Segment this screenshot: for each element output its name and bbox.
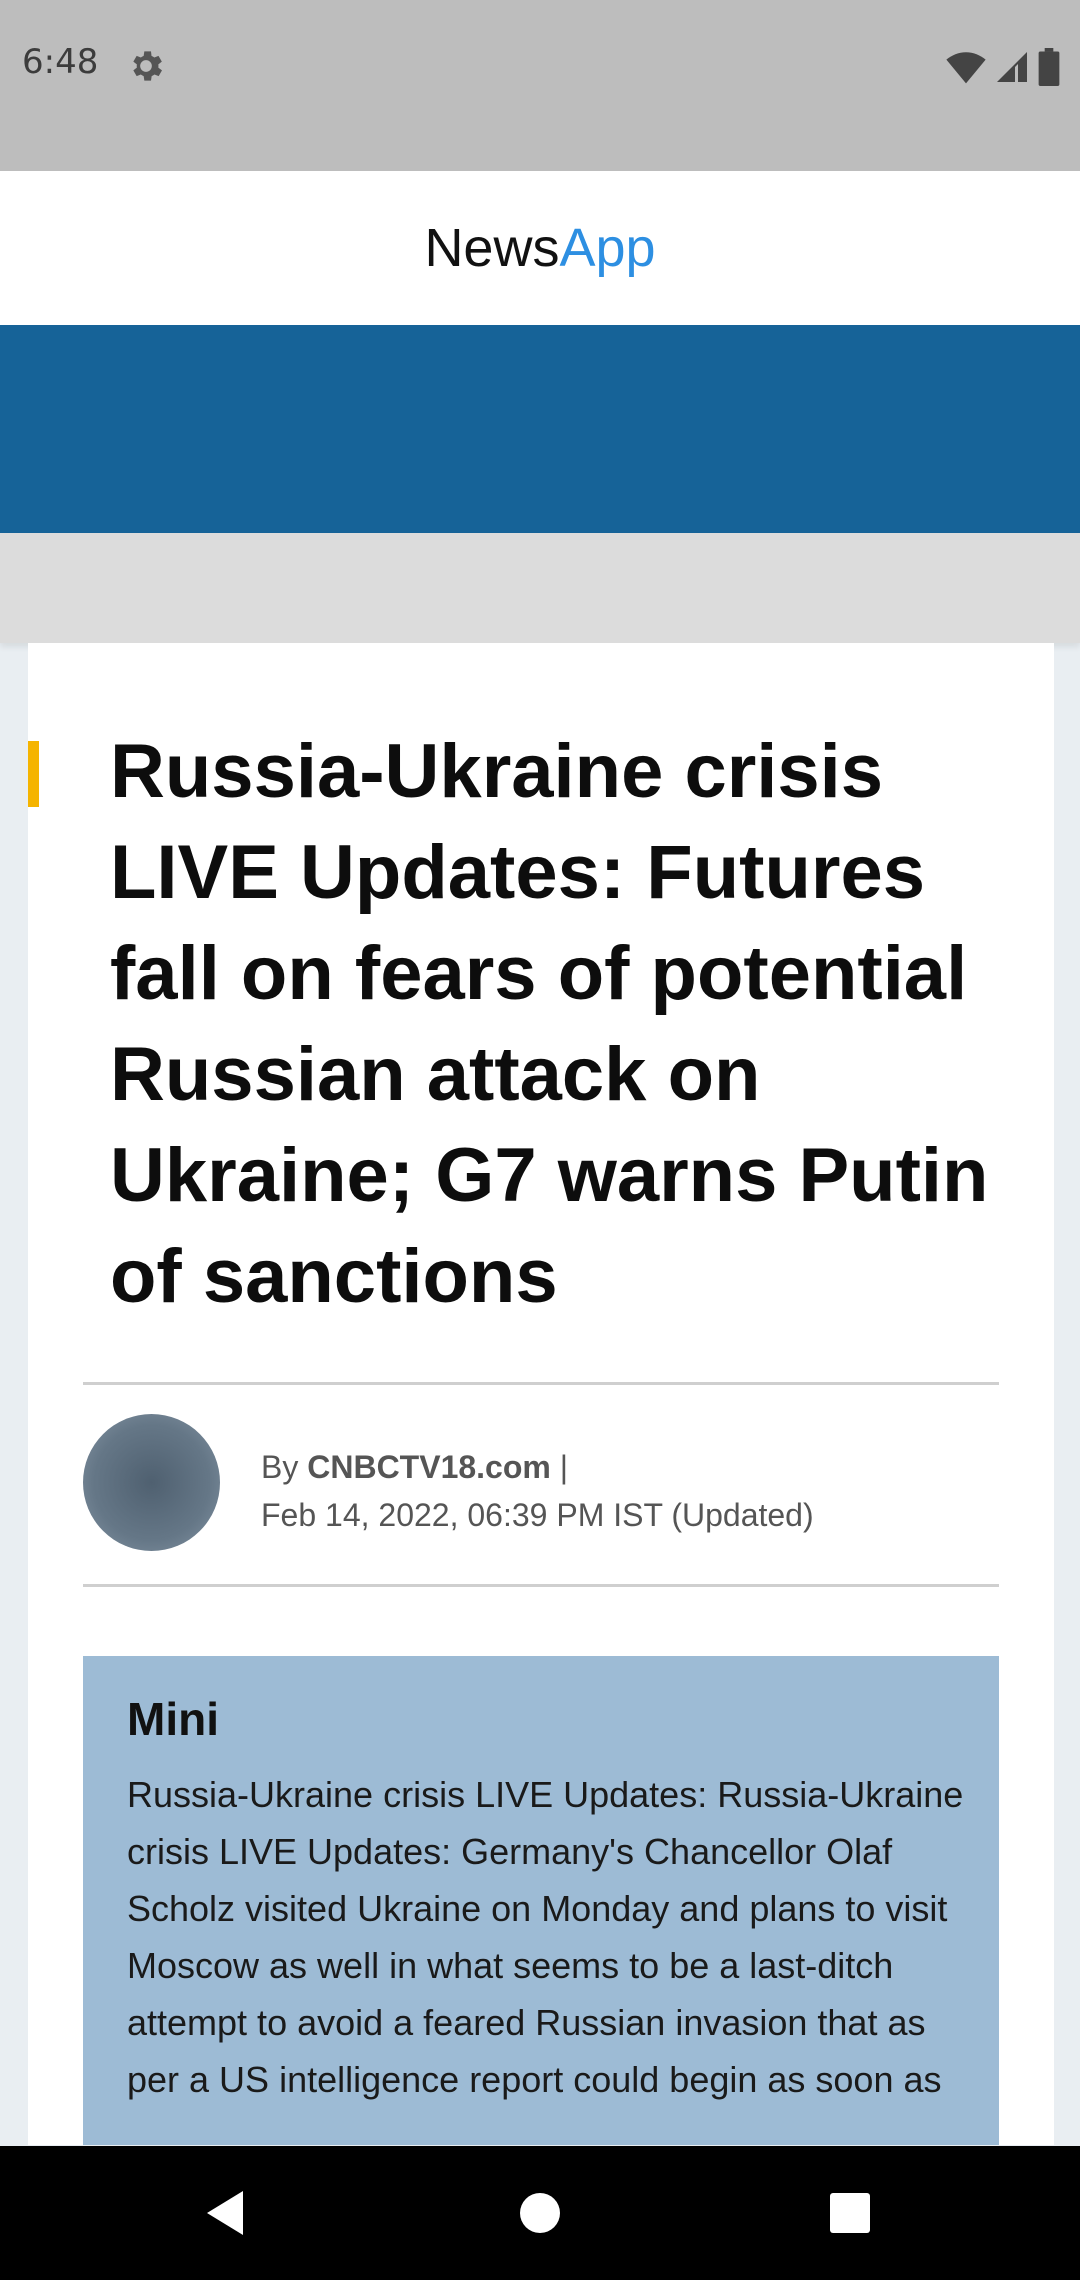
recents-button[interactable] <box>790 2146 910 2280</box>
back-button[interactable] <box>165 2146 285 2280</box>
divider-top <box>83 1382 999 1385</box>
mini-summary-text: Russia-Ukraine crisis LIVE Updates: Russ… <box>127 1774 964 2100</box>
article-title: Russia-Ukraine crisis LIVE Updates: Futu… <box>110 729 989 1319</box>
mini-heading: Mini <box>127 1693 219 1745</box>
signal-icon <box>997 52 1027 82</box>
gear-icon <box>133 51 162 81</box>
author-avatar <box>83 1414 220 1551</box>
mini-summary-box: Mini Russia-Ukraine crisis LIVE Updates:… <box>83 1656 999 2145</box>
byline-separator: | <box>550 1449 569 1485</box>
byline-author-line: By CNBCTV18.com | <box>261 1443 814 1491</box>
byline-prefix: By <box>261 1449 308 1485</box>
back-icon <box>207 2191 243 2235</box>
navigation-bar <box>0 2146 1080 2280</box>
header-banner <box>0 325 1080 533</box>
home-icon <box>520 2193 560 2233</box>
category-strip <box>0 533 1080 643</box>
wifi-icon <box>946 52 986 84</box>
byline: By CNBCTV18.com | Feb 14, 2022, 06:39 PM… <box>261 1443 814 1539</box>
publish-date: Feb 14, 2022, 06:39 PM IST (Updated) <box>261 1497 814 1533</box>
screen: 6:48 NewsApp Russia-Ukraine crisis LIVE <box>0 0 1080 2280</box>
status-bar: 6:48 <box>0 0 1080 171</box>
battery-icon <box>1038 48 1060 86</box>
home-button[interactable] <box>480 2146 600 2280</box>
app-header: News App <box>0 171 1080 325</box>
brand-name-news: News <box>424 218 560 278</box>
status-time: 6:48 <box>22 42 99 82</box>
author-name[interactable]: CNBCTV18.com <box>307 1449 551 1485</box>
brand-name-app: App <box>559 218 656 278</box>
article-card: Russia-Ukraine crisis LIVE Updates: Futu… <box>28 643 1054 2145</box>
status-icons <box>946 48 1060 86</box>
divider-bottom <box>83 1584 999 1587</box>
recents-icon <box>830 2193 870 2233</box>
title-accent-bar <box>28 741 39 807</box>
